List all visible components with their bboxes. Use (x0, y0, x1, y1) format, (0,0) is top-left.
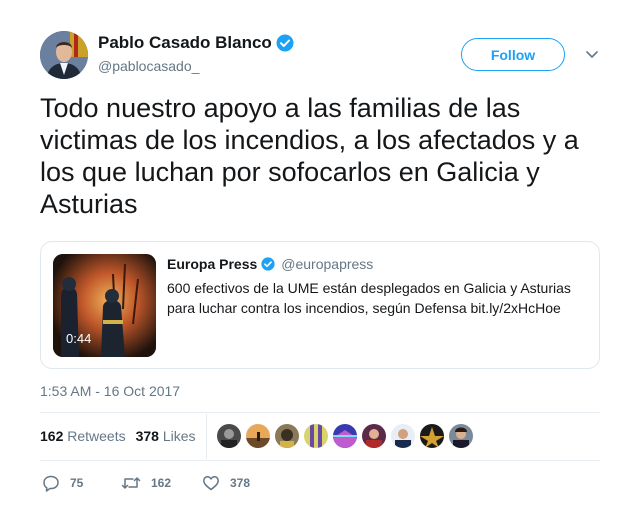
divider (40, 460, 600, 461)
quoted-tweet-card[interactable]: 0:44 Europa Press @europapress 600 efect… (40, 241, 600, 369)
liker-avatar[interactable] (420, 424, 444, 448)
video-duration: 0:44 (66, 331, 92, 346)
reply-icon (42, 474, 60, 492)
liker-avatar[interactable] (449, 424, 473, 448)
reply-count: 75 (70, 476, 84, 490)
author-avatar[interactable] (40, 31, 88, 79)
author-name-text[interactable]: Pablo Casado Blanco (98, 33, 272, 53)
verified-badge-icon (276, 34, 294, 52)
author-name[interactable]: Pablo Casado Blanco (98, 33, 294, 53)
chevron-down-icon[interactable] (584, 48, 600, 60)
retweets-stat[interactable]: 162 Retweets (40, 428, 126, 444)
retweets-label: Retweets (67, 428, 126, 444)
quoted-author-handle: @europapress (281, 256, 374, 272)
quoted-tweet-text: 600 efectivos de la UME están desplegado… (167, 280, 571, 316)
engagement-stats: 162 Retweets 378 Likes (40, 428, 196, 444)
reply-button[interactable]: 75 (42, 474, 83, 492)
video-thumbnail[interactable]: 0:44 (53, 254, 156, 357)
like-button[interactable]: 378 (202, 474, 250, 492)
likes-label: Likes (162, 428, 196, 444)
liker-avatar[interactable] (304, 424, 328, 448)
liker-avatar[interactable] (391, 424, 415, 448)
retweets-count: 162 (40, 428, 64, 444)
tweet-timestamp[interactable]: 1:53 AM - 16 Oct 2017 (40, 383, 180, 399)
liker-avatar[interactable] (275, 424, 299, 448)
heart-icon (202, 474, 220, 492)
liker-avatar[interactable] (217, 424, 241, 448)
like-count: 378 (230, 476, 251, 490)
tweet-actions: 75 162 378 (0, 474, 640, 494)
tweet-text: Todo nuestro apoyo a las familias de las… (40, 93, 579, 219)
quoted-header: Europa Press @europapress (167, 256, 373, 272)
liker-avatar[interactable] (362, 424, 386, 448)
verified-badge-icon (261, 257, 275, 271)
liker-avatars (217, 424, 473, 448)
retweet-icon (121, 474, 141, 492)
likes-count: 378 (135, 428, 159, 444)
likes-stat[interactable]: 378 Likes (136, 428, 196, 444)
liker-avatar[interactable] (246, 424, 270, 448)
quoted-author-name: Europa Press (167, 256, 258, 272)
retweet-button[interactable]: 162 (121, 474, 171, 492)
author-handle[interactable]: @pablocasado_ (98, 58, 199, 74)
retweet-count: 162 (151, 476, 172, 490)
divider (206, 414, 207, 459)
follow-button[interactable]: Follow (461, 38, 565, 71)
liker-avatar[interactable] (333, 424, 357, 448)
divider (40, 412, 600, 413)
